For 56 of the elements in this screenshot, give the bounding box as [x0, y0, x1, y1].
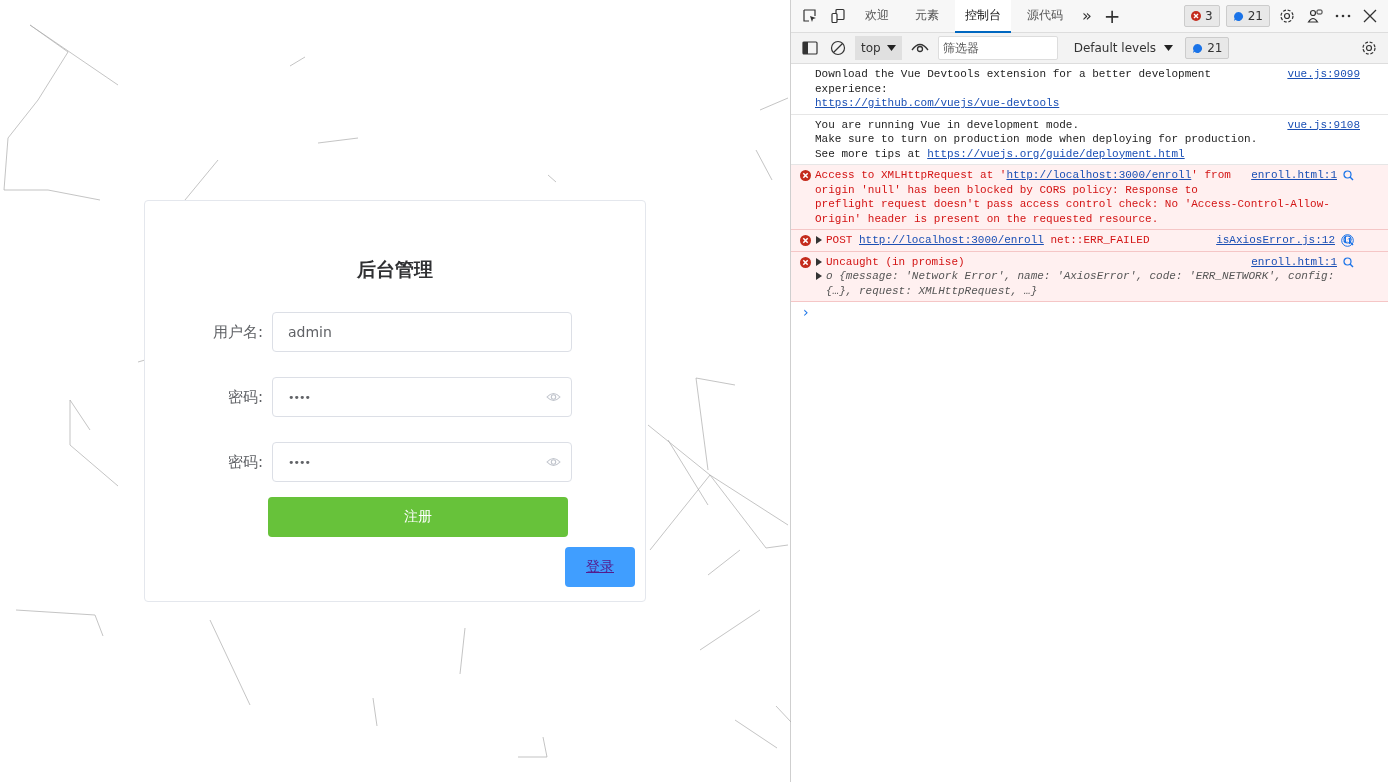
filter-field[interactable]: 筛选器: [937, 36, 1058, 60]
login-button[interactable]: 登录: [565, 547, 635, 587]
source-link[interactable]: enroll.html:1: [1251, 168, 1337, 183]
expand-triangle-icon[interactable]: [815, 257, 823, 266]
console-prompt[interactable]: ›: [791, 302, 821, 322]
devtools-tab[interactable]: 欢迎: [855, 0, 899, 33]
card-title: 后台管理: [357, 257, 433, 282]
expand-triangle-icon[interactable]: [815, 272, 823, 281]
message-count-badge[interactable]: 21: [1225, 5, 1270, 27]
field-label: 用户名:: [211, 322, 263, 342]
context-dropdown[interactable]: top: [855, 36, 902, 60]
caret-icon: [1164, 45, 1174, 51]
console-link[interactable]: http://localhost:3000/enroll: [859, 233, 1044, 248]
sidebar-toggle-icon[interactable]: [799, 38, 821, 58]
error-icon: [800, 235, 811, 246]
message-text: Origin' header is present on the requested resource.: [815, 211, 1159, 226]
more-tabs-button[interactable]: »: [1079, 5, 1095, 27]
object-preview: {…}, request: XMLHttpRequest, …}: [826, 283, 1038, 298]
search-icon[interactable]: [1343, 256, 1354, 268]
message-text: experience:: [815, 81, 888, 96]
password-field[interactable]: ••••: [272, 377, 572, 417]
error-icon: [800, 170, 811, 181]
devtools-tab[interactable]: 控制台: [955, 0, 1011, 33]
source-link[interactable]: vue.js:9099: [1287, 67, 1360, 82]
console-link[interactable]: https://vuejs.org/guide/deployment.html: [927, 146, 1185, 161]
console-link[interactable]: http://localhost:3000/enroll: [1006, 168, 1192, 183]
field-label: 密码:: [226, 387, 263, 407]
caret-icon: [886, 45, 896, 51]
message-count-badge[interactable]: 21: [1185, 37, 1230, 59]
console-link[interactable]: https://github.com/vuejs/vue-devtools: [815, 96, 1060, 111]
field-label: 密码:: [226, 452, 263, 472]
message-text: POST: [826, 233, 854, 248]
add-tab-button[interactable]: +: [1100, 3, 1124, 29]
message-text: net::ERR_FAILED: [1049, 233, 1150, 248]
message-text: See more tips at: [815, 146, 922, 161]
message-text: origin 'null' has been blocked by CORS policy: Response to: [815, 182, 1198, 197]
source-link[interactable]: vue.js:9108: [1287, 117, 1360, 132]
message-text: You are running Vue in development mode.: [815, 117, 1080, 132]
search-icon[interactable]: [1343, 170, 1354, 181]
devtools-tab[interactable]: 源代码: [1017, 0, 1073, 33]
error-icon: [800, 256, 811, 268]
message-text: Download the Vue Devtools extension for a better development: [815, 67, 1212, 82]
devtools-tab[interactable]: 元素: [905, 0, 949, 33]
expand-triangle-icon[interactable]: [815, 236, 823, 245]
message-text: Access to XMLHttpRequest at ': [815, 168, 1007, 183]
message-text: Uncaught (in promise): [826, 254, 965, 269]
object-preview: o {message: 'Network Error', name: 'AxiosError', code: 'ERR_NETWORK', config:: [826, 269, 1335, 284]
password-field[interactable]: ••••: [272, 442, 572, 482]
message-text: Make sure to turn on production mode when deploying for production.: [815, 132, 1258, 147]
levels-dropdown[interactable]: Default levels: [1067, 40, 1180, 56]
error-count-badge[interactable]: 3: [1184, 5, 1220, 27]
message-text: preflight request doesn't pass access control check: No 'Access-Control-Allow-: [815, 197, 1330, 212]
message-text: ' from: [1191, 168, 1231, 183]
username-field[interactable]: admin: [272, 312, 572, 352]
source-link[interactable]: enroll.html:1: [1251, 254, 1337, 269]
source-link[interactable]: isAxiosError.js:12: [1216, 233, 1335, 248]
